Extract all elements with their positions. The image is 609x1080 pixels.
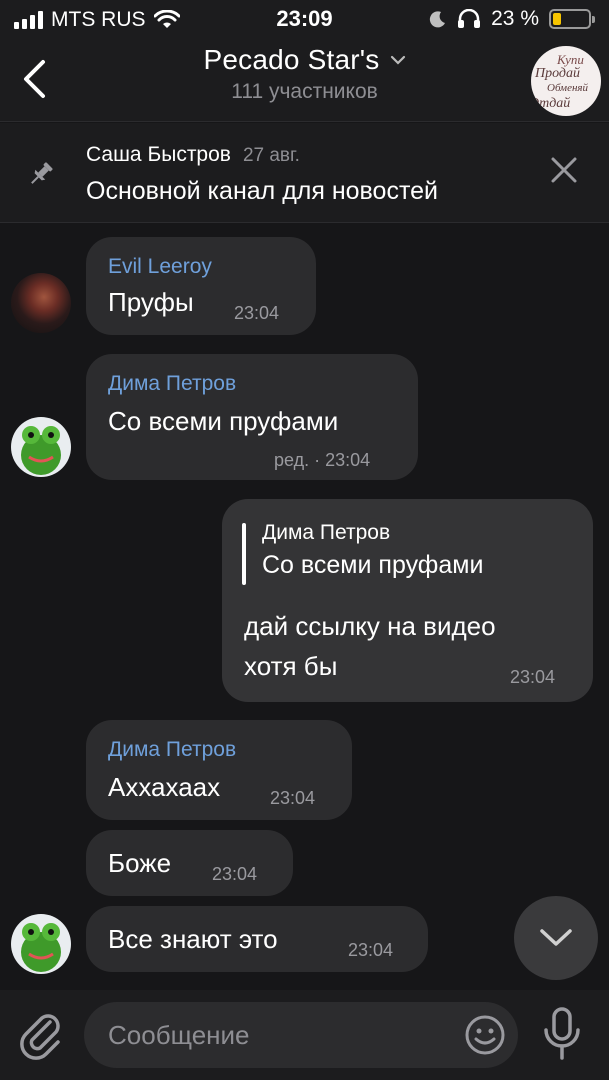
message-input-placeholder: Сообщение — [108, 1020, 250, 1050]
reply-bar — [242, 523, 246, 585]
chevron-down-icon — [540, 929, 572, 946]
message-time: 23:04 — [270, 788, 316, 808]
message-time: ред. · 23:04 — [274, 450, 371, 470]
message-bubble[interactable]: Дима Петров Со всеми пруфами ред. · 23:0… — [86, 354, 418, 480]
reply-sender: Дима Петров — [262, 521, 391, 544]
paperclip-icon[interactable] — [20, 1008, 64, 1062]
reply-text: Со всеми пруфами — [262, 551, 484, 579]
microphone-icon[interactable] — [540, 1006, 584, 1062]
sender-name: Дима Петров — [108, 372, 237, 395]
frog-icon — [21, 923, 61, 972]
emoji-icon[interactable] — [464, 1014, 506, 1056]
chat-title-area[interactable]: Pecado Star's 111 участников — [120, 44, 489, 104]
scroll-down-button[interactable] — [514, 896, 598, 980]
avatar-dima-petrov[interactable] — [11, 914, 71, 974]
moon-icon — [429, 11, 446, 28]
avatar-dima-petrov[interactable] — [11, 417, 71, 477]
message-input[interactable]: Сообщение — [84, 1002, 518, 1068]
status-right: 23 % — [429, 7, 595, 31]
back-button[interactable] — [14, 54, 54, 104]
group-avatar-text-3: Обменяй — [547, 82, 589, 94]
frog-icon — [21, 426, 61, 475]
pinned-text: Основной канал для новостей — [86, 177, 439, 205]
message-bubble[interactable]: Боже 23:04 — [86, 830, 293, 896]
message-time: 23:04 — [234, 303, 280, 323]
message-time: 23:04 — [510, 667, 556, 687]
group-avatar-text-4: Отдай — [531, 96, 571, 111]
message-text-line-2: хотя бы — [244, 651, 338, 681]
pinned-date: 27 авг. — [242, 145, 300, 166]
headphones-icon — [458, 9, 481, 28]
message-text: Пруфы — [108, 287, 194, 317]
message-bubble[interactable]: Все знают это 23:04 — [86, 906, 428, 972]
chat-title-text: Pecado Star's — [203, 44, 380, 75]
message-time: 23:04 — [348, 940, 394, 960]
sender-name: Дима Петров — [108, 738, 237, 761]
pinned-author: Саша Быстров — [86, 143, 231, 166]
chevron-left-icon — [24, 60, 45, 98]
message-text: Боже — [108, 848, 172, 878]
avatar-evil-leeroy[interactable] — [11, 273, 71, 333]
message-time: 23:04 — [212, 864, 258, 884]
message-text: Аххахаах — [108, 772, 221, 802]
chevron-down-icon — [390, 55, 405, 65]
chat-header: Pecado Star's 111 участников Купи Продай… — [0, 40, 609, 122]
group-avatar-text-2: Продай — [535, 66, 581, 81]
battery-icon — [549, 9, 595, 29]
members-count: 111 участников — [231, 80, 378, 103]
sender-name: Evil Leeroy — [108, 255, 212, 278]
outgoing-message-bubble[interactable]: Дима Петров Со всеми пруфами дай ссылку … — [222, 499, 593, 702]
status-bar: MTS RUS 23:09 23 % — [0, 0, 609, 40]
message-bubble[interactable]: Evil Leeroy Пруфы 23:04 — [86, 237, 316, 335]
pinned-header: Саша Быстров 27 авг. — [86, 143, 300, 167]
message-text-line-1: дай ссылку на видео — [244, 611, 496, 641]
pin-icon — [31, 162, 53, 184]
message-text: Со всеми пруфами — [108, 406, 339, 436]
message-text: Все знают это — [108, 924, 278, 954]
input-bar: Сообщение — [0, 990, 609, 1080]
message-bubble[interactable]: Дима Петров Аххахаах 23:04 — [86, 720, 352, 820]
battery-percent: 23 % — [491, 7, 539, 30]
pinned-message[interactable]: Саша Быстров 27 авг. Основной канал для … — [0, 123, 609, 223]
chat-title: Pecado Star's — [203, 44, 405, 76]
close-icon[interactable] — [549, 155, 579, 185]
group-avatar[interactable]: Купи Продай Обменяй Отдай — [531, 46, 601, 116]
